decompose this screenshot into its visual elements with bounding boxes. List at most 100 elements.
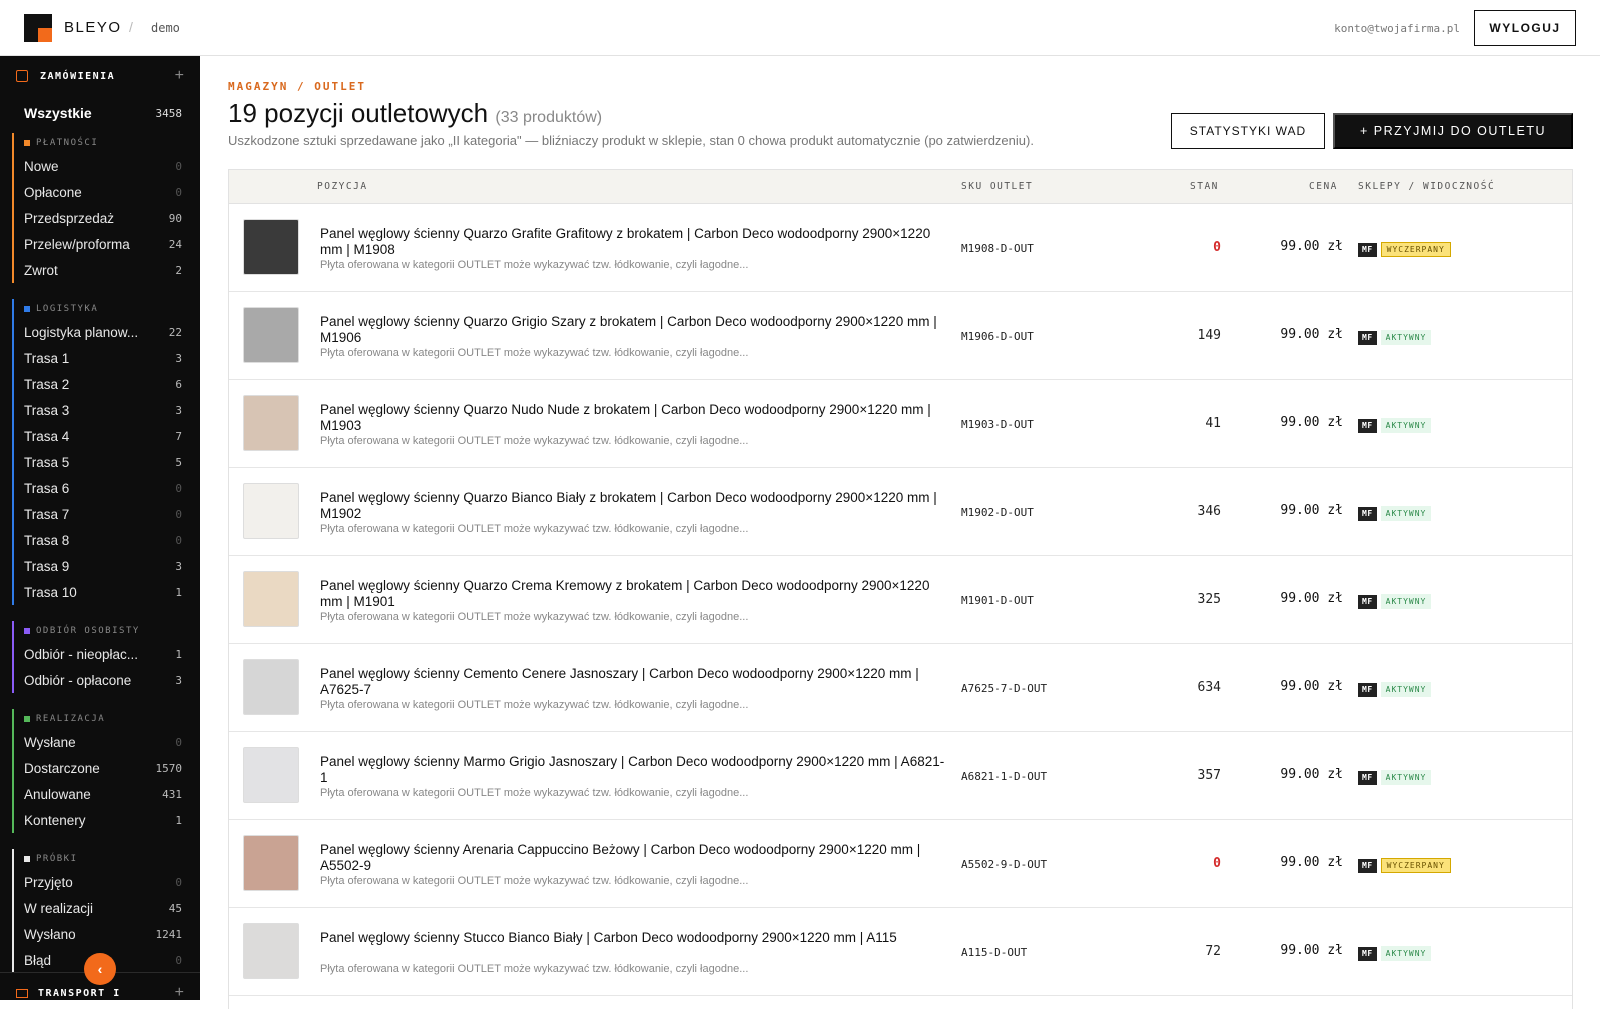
product-name[interactable]: Panel węglowy ścienny Quarzo Crema Kremo… <box>320 578 948 610</box>
sidebar-group-label: LOGISTYKA <box>36 304 99 314</box>
sidebar-item[interactable]: Odbiór - opłacone 3 <box>12 667 188 693</box>
column-header-position[interactable]: POZYCJA <box>317 181 368 192</box>
sidebar-item[interactable]: Przedsprzedaż 90 <box>12 205 188 231</box>
sidebar-item[interactable]: Wysłano 1241 <box>12 921 188 947</box>
table-row[interactable]: Panel węglowy ścienny Quarzo Nudo Nude z… <box>229 380 1572 468</box>
stock-value: 634 <box>1197 680 1221 695</box>
sidebar-item[interactable]: Trasa 1 3 <box>12 345 188 371</box>
sidebar-item-count: 0 <box>175 533 182 547</box>
sidebar-section-transport[interactable]: TRANSPORT I + <box>16 984 184 1000</box>
table-row[interactable]: Panel węglowy ścienny Quarzo Bianco Biał… <box>229 468 1572 556</box>
sidebar-item[interactable]: Trasa 5 5 <box>12 449 188 475</box>
outlet-sku: M1901-D-OUT <box>961 594 1034 607</box>
sidebar-item[interactable]: Opłacone 0 <box>12 179 188 205</box>
product-thumbnail[interactable] <box>243 835 299 891</box>
status-badge: AKTYWNY <box>1380 594 1432 609</box>
sidebar-item-all[interactable]: Wszystkie 3458 <box>24 105 182 121</box>
sidebar-item[interactable]: Logistyka planow... 22 <box>12 319 188 345</box>
product-name[interactable]: Panel węglowy ścienny Quarzo Grigio Szar… <box>320 314 948 346</box>
product-description: Płyta oferowana w kategorii OUTLET może … <box>320 699 749 711</box>
sidebar-item-count: 0 <box>175 735 182 749</box>
sidebar-item-label: Kontenery <box>24 812 86 828</box>
table-row[interactable]: Panel węglowy ścienny Quarzo Crema Kremo… <box>229 556 1572 644</box>
sidebar-item[interactable]: Trasa 4 7 <box>12 423 188 449</box>
table-row[interactable]: Panel węglowy ścienny Stucco Bianco Biał… <box>229 908 1572 996</box>
product-name[interactable]: Panel węglowy ścienny Marmo Grigio Jasno… <box>320 754 948 786</box>
stock-value: 0 <box>1213 240 1221 255</box>
sidebar-item[interactable]: Dostarczone 1570 <box>12 755 188 781</box>
sidebar-item-count: 3 <box>175 673 182 687</box>
sidebar-item[interactable]: Przelew/proforma 24 <box>12 231 188 257</box>
shop-badge: MF <box>1358 506 1377 521</box>
sidebar-item-label: Przelew/proforma <box>24 236 130 252</box>
product-name[interactable]: Panel węglowy ścienny Cemento Cenere Jas… <box>320 666 948 698</box>
sidebar-item[interactable]: Odbiór - nieopłac... 1 <box>12 641 188 667</box>
sidebar-item-label: Przyjęto <box>24 874 73 890</box>
accept-to-outlet-button[interactable]: + PRZYJMIJ DO OUTLETU <box>1333 113 1573 149</box>
shop-visibility: MF WYCZERPANY <box>1358 858 1451 873</box>
product-name[interactable]: Panel węglowy ścienny Arenaria Cappuccin… <box>320 842 948 874</box>
price-value: 99.00 zł <box>1280 855 1343 870</box>
product-thumbnail[interactable] <box>243 747 299 803</box>
plus-icon[interactable]: + <box>175 984 184 1000</box>
table-row[interactable]: Panel węglowy ścienny Marmo Grigio Jasno… <box>229 732 1572 820</box>
status-badge: AKTYWNY <box>1380 946 1432 961</box>
product-thumbnail[interactable] <box>243 307 299 363</box>
sidebar-item[interactable]: Trasa 3 3 <box>12 397 188 423</box>
product-description: Płyta oferowana w kategorii OUTLET może … <box>320 963 749 975</box>
sidebar-item[interactable]: Trasa 7 0 <box>12 501 188 527</box>
product-thumbnail[interactable] <box>243 923 299 979</box>
sidebar-item-count: 22 <box>168 325 182 339</box>
sidebar-item-label: Trasa 2 <box>24 376 70 392</box>
status-badge: WYCZERPANY <box>1380 242 1451 257</box>
table-row[interactable]: Panel węglowy ścienny Quarzo Grafite Gra… <box>229 204 1572 292</box>
sidebar-section-orders[interactable]: ZAMÓWIENIA + <box>16 68 184 84</box>
sidebar-item-count: 6 <box>175 377 182 391</box>
sidebar-item[interactable]: Kontenery 1 <box>12 807 188 833</box>
sidebar-item[interactable]: Przyjęto 0 <box>12 869 188 895</box>
sidebar-item[interactable]: W realizacji 45 <box>12 895 188 921</box>
sidebar-item[interactable]: Trasa 9 3 <box>12 553 188 579</box>
table-row[interactable]: Panel węglowy ścienny Cemento Cenere Jas… <box>229 644 1572 732</box>
sidebar-item-count: 45 <box>168 901 182 915</box>
product-name[interactable]: Panel węglowy ścienny Quarzo Nudo Nude z… <box>320 402 948 434</box>
group-color-marker <box>24 140 30 146</box>
product-thumbnail[interactable] <box>243 395 299 451</box>
product-name[interactable]: Panel węglowy ścienny Quarzo Bianco Biał… <box>320 490 948 522</box>
product-name[interactable]: Panel węglowy ścienny Stucco Bianco Biał… <box>320 930 948 946</box>
plus-icon[interactable]: + <box>175 68 184 84</box>
column-header-stock[interactable]: STAN <box>1190 181 1219 192</box>
product-thumbnail[interactable] <box>243 571 299 627</box>
collapse-sidebar-button[interactable]: ‹ <box>84 953 116 985</box>
sidebar-item-label: Trasa 6 <box>24 480 70 496</box>
sidebar-item-count: 3 <box>175 351 182 365</box>
sidebar-item-label: Trasa 5 <box>24 454 70 470</box>
top-bar: BLEYO / demo konto@twojafirma.pl WYLOGUJ <box>0 0 1600 56</box>
table-row[interactable]: Panel węglowy ścienny Quarzo Grigio Szar… <box>229 292 1572 380</box>
table-row[interactable]: Panel węglowy ścienny Arenaria Cappuccin… <box>229 820 1572 908</box>
sidebar-item[interactable]: Trasa 6 0 <box>12 475 188 501</box>
sidebar-item[interactable]: Trasa 2 6 <box>12 371 188 397</box>
product-name[interactable]: Panel węglowy ścienny Quarzo Grafite Gra… <box>320 226 948 258</box>
column-header-price[interactable]: CENA <box>1309 181 1338 192</box>
price-value: 99.00 zł <box>1280 327 1343 342</box>
breadcrumb: MAGAZYN / OUTLET <box>228 80 366 93</box>
product-thumbnail[interactable] <box>243 219 299 275</box>
column-header-shops[interactable]: SKLEPY / WIDOCZNOŚĆ <box>1358 181 1495 192</box>
sidebar-item[interactable]: Trasa 10 1 <box>12 579 188 605</box>
sidebar-item-label: Odbiór - nieopłac... <box>24 646 139 662</box>
sidebar-item[interactable]: Trasa 8 0 <box>12 527 188 553</box>
product-thumbnail[interactable] <box>243 659 299 715</box>
shop-visibility: MF AKTYWNY <box>1358 946 1432 961</box>
table-header: POZYCJA SKU OUTLET STAN CENA SKLEPY / WI… <box>229 170 1572 204</box>
sidebar-item[interactable]: Wysłane 0 <box>12 729 188 755</box>
brand-logo[interactable] <box>24 14 52 42</box>
column-header-sku[interactable]: SKU OUTLET <box>961 181 1033 192</box>
logout-button[interactable]: WYLOGUJ <box>1474 10 1576 46</box>
sidebar-item[interactable]: Anulowane 431 <box>12 781 188 807</box>
sidebar-item[interactable]: Zwrot 2 <box>12 257 188 283</box>
truck-icon <box>16 989 28 998</box>
product-thumbnail[interactable] <box>243 483 299 539</box>
defect-stats-button[interactable]: STATYSTYKI WAD <box>1171 113 1325 149</box>
sidebar-item[interactable]: Nowe 0 <box>12 153 188 179</box>
